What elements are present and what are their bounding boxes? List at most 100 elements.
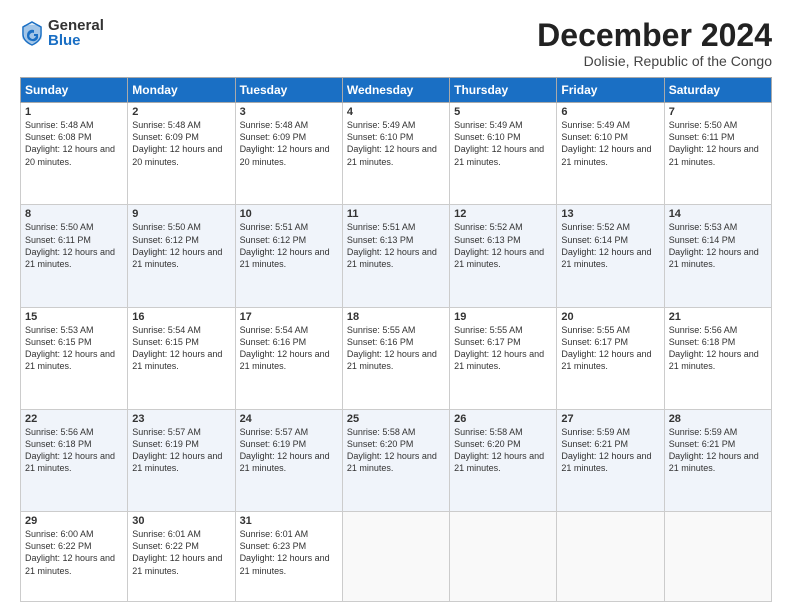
calendar-day-header: Friday <box>557 78 664 103</box>
calendar-cell: 12 Sunrise: 5:52 AMSunset: 6:13 PMDaylig… <box>450 205 557 307</box>
calendar-cell: 23 Sunrise: 5:57 AMSunset: 6:19 PMDaylig… <box>128 409 235 511</box>
calendar-cell: 27 Sunrise: 5:59 AMSunset: 6:21 PMDaylig… <box>557 409 664 511</box>
day-info: Sunrise: 6:01 AMSunset: 6:23 PMDaylight:… <box>240 529 330 575</box>
calendar-week-row: 1 Sunrise: 5:48 AMSunset: 6:08 PMDayligh… <box>21 103 772 205</box>
day-number: 24 <box>240 413 338 425</box>
day-number: 18 <box>347 311 445 323</box>
day-info: Sunrise: 5:50 AMSunset: 6:11 PMDaylight:… <box>25 222 115 268</box>
calendar-cell: 6 Sunrise: 5:49 AMSunset: 6:10 PMDayligh… <box>557 103 664 205</box>
month-title: December 2024 <box>537 18 772 53</box>
day-number: 20 <box>561 311 659 323</box>
logo-blue: Blue <box>48 33 104 48</box>
day-info: Sunrise: 5:50 AMSunset: 6:11 PMDaylight:… <box>669 120 759 166</box>
calendar-cell: 24 Sunrise: 5:57 AMSunset: 6:19 PMDaylig… <box>235 409 342 511</box>
day-info: Sunrise: 5:56 AMSunset: 6:18 PMDaylight:… <box>669 325 759 371</box>
calendar-table: SundayMondayTuesdayWednesdayThursdayFrid… <box>20 77 772 602</box>
day-number: 15 <box>25 311 123 323</box>
logo-text: General Blue <box>48 18 104 48</box>
day-info: Sunrise: 5:55 AMSunset: 6:16 PMDaylight:… <box>347 325 437 371</box>
day-info: Sunrise: 5:48 AMSunset: 6:08 PMDaylight:… <box>25 120 115 166</box>
day-number: 19 <box>454 311 552 323</box>
logo-general: General <box>48 18 104 33</box>
calendar-cell: 18 Sunrise: 5:55 AMSunset: 6:16 PMDaylig… <box>342 307 449 409</box>
calendar-cell: 22 Sunrise: 5:56 AMSunset: 6:18 PMDaylig… <box>21 409 128 511</box>
calendar-cell <box>557 512 664 602</box>
calendar-cell: 11 Sunrise: 5:51 AMSunset: 6:13 PMDaylig… <box>342 205 449 307</box>
calendar-cell: 3 Sunrise: 5:48 AMSunset: 6:09 PMDayligh… <box>235 103 342 205</box>
day-number: 5 <box>454 106 552 118</box>
day-number: 9 <box>132 208 230 220</box>
calendar-cell: 9 Sunrise: 5:50 AMSunset: 6:12 PMDayligh… <box>128 205 235 307</box>
day-info: Sunrise: 5:53 AMSunset: 6:15 PMDaylight:… <box>25 325 115 371</box>
day-number: 27 <box>561 413 659 425</box>
day-info: Sunrise: 5:55 AMSunset: 6:17 PMDaylight:… <box>561 325 651 371</box>
calendar-day-header: Tuesday <box>235 78 342 103</box>
logo: General Blue <box>20 18 104 48</box>
calendar-day-header: Sunday <box>21 78 128 103</box>
day-number: 29 <box>25 515 123 527</box>
calendar-cell: 8 Sunrise: 5:50 AMSunset: 6:11 PMDayligh… <box>21 205 128 307</box>
day-info: Sunrise: 5:58 AMSunset: 6:20 PMDaylight:… <box>454 427 544 473</box>
day-info: Sunrise: 5:54 AMSunset: 6:15 PMDaylight:… <box>132 325 222 371</box>
day-number: 22 <box>25 413 123 425</box>
calendar-cell: 25 Sunrise: 5:58 AMSunset: 6:20 PMDaylig… <box>342 409 449 511</box>
day-number: 26 <box>454 413 552 425</box>
day-number: 23 <box>132 413 230 425</box>
day-info: Sunrise: 5:58 AMSunset: 6:20 PMDaylight:… <box>347 427 437 473</box>
day-info: Sunrise: 5:56 AMSunset: 6:18 PMDaylight:… <box>25 427 115 473</box>
day-info: Sunrise: 6:00 AMSunset: 6:22 PMDaylight:… <box>25 529 115 575</box>
day-number: 16 <box>132 311 230 323</box>
calendar-cell: 21 Sunrise: 5:56 AMSunset: 6:18 PMDaylig… <box>664 307 771 409</box>
calendar-cell <box>664 512 771 602</box>
calendar-cell: 1 Sunrise: 5:48 AMSunset: 6:08 PMDayligh… <box>21 103 128 205</box>
day-number: 14 <box>669 208 767 220</box>
day-number: 1 <box>25 106 123 118</box>
day-info: Sunrise: 5:51 AMSunset: 6:13 PMDaylight:… <box>347 222 437 268</box>
calendar-cell: 7 Sunrise: 5:50 AMSunset: 6:11 PMDayligh… <box>664 103 771 205</box>
header: General Blue December 2024 Dolisie, Repu… <box>20 18 772 69</box>
calendar-cell: 4 Sunrise: 5:49 AMSunset: 6:10 PMDayligh… <box>342 103 449 205</box>
calendar-cell: 20 Sunrise: 5:55 AMSunset: 6:17 PMDaylig… <box>557 307 664 409</box>
day-info: Sunrise: 6:01 AMSunset: 6:22 PMDaylight:… <box>132 529 222 575</box>
day-number: 10 <box>240 208 338 220</box>
day-info: Sunrise: 5:54 AMSunset: 6:16 PMDaylight:… <box>240 325 330 371</box>
day-info: Sunrise: 5:50 AMSunset: 6:12 PMDaylight:… <box>132 222 222 268</box>
day-number: 8 <box>25 208 123 220</box>
calendar-day-header: Monday <box>128 78 235 103</box>
calendar-cell: 30 Sunrise: 6:01 AMSunset: 6:22 PMDaylig… <box>128 512 235 602</box>
day-number: 30 <box>132 515 230 527</box>
day-info: Sunrise: 5:57 AMSunset: 6:19 PMDaylight:… <box>240 427 330 473</box>
calendar-cell: 29 Sunrise: 6:00 AMSunset: 6:22 PMDaylig… <box>21 512 128 602</box>
calendar-cell <box>342 512 449 602</box>
day-info: Sunrise: 5:48 AMSunset: 6:09 PMDaylight:… <box>132 120 222 166</box>
day-info: Sunrise: 5:49 AMSunset: 6:10 PMDaylight:… <box>561 120 651 166</box>
calendar-cell: 10 Sunrise: 5:51 AMSunset: 6:12 PMDaylig… <box>235 205 342 307</box>
calendar-cell: 17 Sunrise: 5:54 AMSunset: 6:16 PMDaylig… <box>235 307 342 409</box>
day-number: 17 <box>240 311 338 323</box>
day-info: Sunrise: 5:49 AMSunset: 6:10 PMDaylight:… <box>347 120 437 166</box>
day-number: 11 <box>347 208 445 220</box>
subtitle: Dolisie, Republic of the Congo <box>537 53 772 69</box>
day-info: Sunrise: 5:48 AMSunset: 6:09 PMDaylight:… <box>240 120 330 166</box>
day-info: Sunrise: 5:57 AMSunset: 6:19 PMDaylight:… <box>132 427 222 473</box>
calendar-cell: 28 Sunrise: 5:59 AMSunset: 6:21 PMDaylig… <box>664 409 771 511</box>
day-number: 21 <box>669 311 767 323</box>
day-number: 6 <box>561 106 659 118</box>
calendar-day-header: Saturday <box>664 78 771 103</box>
day-number: 28 <box>669 413 767 425</box>
calendar-cell: 13 Sunrise: 5:52 AMSunset: 6:14 PMDaylig… <box>557 205 664 307</box>
calendar-header-row: SundayMondayTuesdayWednesdayThursdayFrid… <box>21 78 772 103</box>
calendar-week-row: 15 Sunrise: 5:53 AMSunset: 6:15 PMDaylig… <box>21 307 772 409</box>
day-number: 2 <box>132 106 230 118</box>
calendar-day-header: Wednesday <box>342 78 449 103</box>
day-number: 31 <box>240 515 338 527</box>
title-block: December 2024 Dolisie, Republic of the C… <box>537 18 772 69</box>
day-number: 12 <box>454 208 552 220</box>
calendar-cell: 31 Sunrise: 6:01 AMSunset: 6:23 PMDaylig… <box>235 512 342 602</box>
calendar-day-header: Thursday <box>450 78 557 103</box>
calendar-week-row: 8 Sunrise: 5:50 AMSunset: 6:11 PMDayligh… <box>21 205 772 307</box>
day-number: 25 <box>347 413 445 425</box>
calendar-cell: 5 Sunrise: 5:49 AMSunset: 6:10 PMDayligh… <box>450 103 557 205</box>
day-info: Sunrise: 5:59 AMSunset: 6:21 PMDaylight:… <box>561 427 651 473</box>
day-info: Sunrise: 5:52 AMSunset: 6:13 PMDaylight:… <box>454 222 544 268</box>
